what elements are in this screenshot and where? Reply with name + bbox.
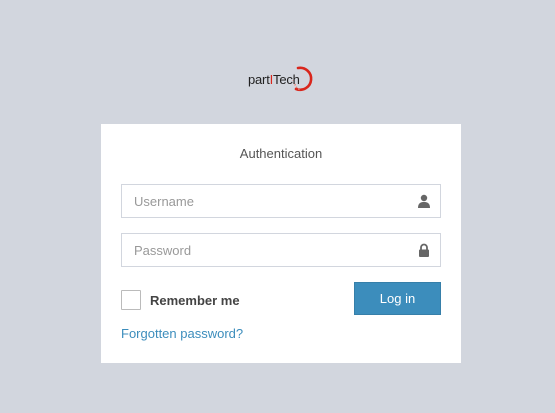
logo-text-suffix: Tech: [273, 71, 300, 87]
lock-icon: [419, 243, 429, 257]
password-input[interactable]: [122, 234, 414, 266]
logo-text-prefix: part: [248, 71, 270, 87]
username-input[interactable]: [122, 185, 414, 217]
brand-logo: partITech: [248, 64, 313, 94]
remember-me-checkbox[interactable]: [121, 290, 141, 310]
login-box: Authentication Remember me Log in Forgot…: [101, 124, 461, 363]
login-button[interactable]: Log in: [354, 282, 441, 315]
logo-text: partITech: [248, 72, 300, 87]
password-field[interactable]: [121, 233, 441, 267]
remember-me[interactable]: Remember me: [121, 290, 240, 310]
remember-me-label[interactable]: Remember me: [150, 293, 240, 308]
user-icon: [418, 194, 430, 208]
login-title: Authentication: [239, 146, 323, 161]
forgot-password-link[interactable]: Forgotten password?: [121, 326, 243, 341]
username-field[interactable]: [121, 184, 441, 218]
